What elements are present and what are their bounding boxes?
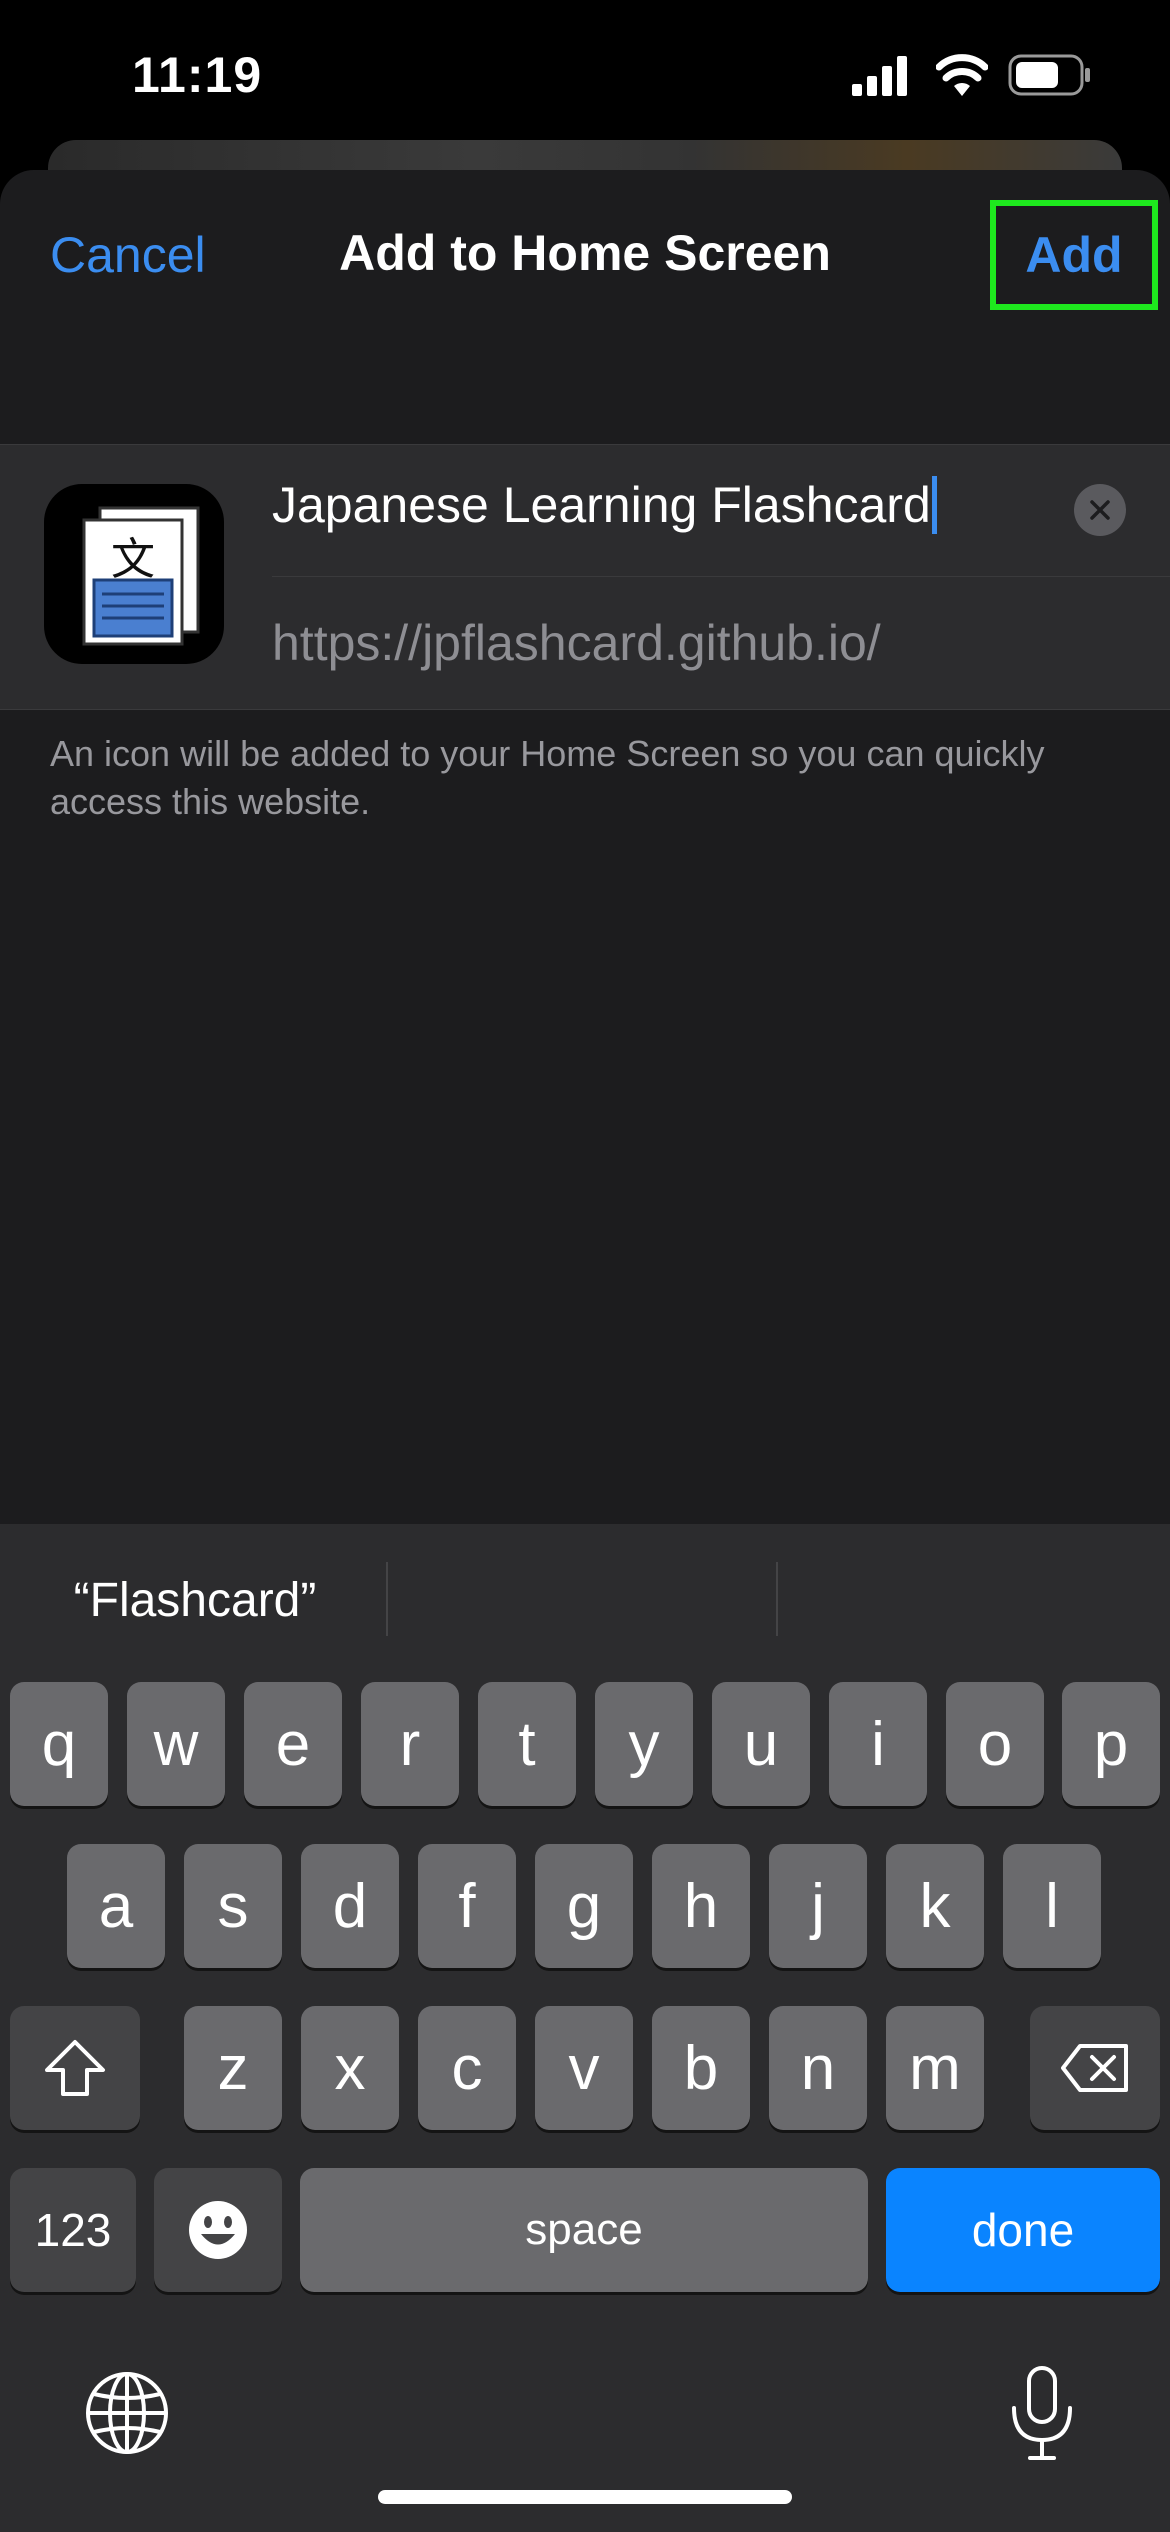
clear-x-icon	[1090, 500, 1110, 520]
suggestion-1[interactable]: “Flashcard”	[20, 1564, 370, 1636]
battery-icon	[1008, 54, 1090, 96]
kanji-glyph: 文	[111, 534, 155, 585]
wifi-icon	[936, 54, 988, 96]
key-t[interactable]: t	[478, 1682, 576, 1806]
key-q[interactable]: q	[10, 1682, 108, 1806]
key-v[interactable]: v	[535, 2006, 633, 2130]
key-r[interactable]: r	[361, 1682, 459, 1806]
key-f[interactable]: f	[418, 1844, 516, 1968]
key-x[interactable]: x	[301, 2006, 399, 2130]
key-u[interactable]: u	[712, 1682, 810, 1806]
key-h[interactable]: h	[652, 1844, 750, 1968]
text-caret	[931, 476, 937, 534]
web-app-icon: 文	[44, 484, 224, 664]
key-m[interactable]: m	[886, 2006, 984, 2130]
add-button-label: Add	[1025, 227, 1123, 283]
bookmark-name-input[interactable]: Japanese Learning Flashcard	[272, 476, 1052, 534]
backspace-key[interactable]	[1030, 2006, 1160, 2130]
suggestion-divider	[776, 1562, 778, 1636]
key-b[interactable]: b	[652, 2006, 750, 2130]
emoji-key[interactable]	[154, 2168, 282, 2292]
key-z[interactable]: z	[184, 2006, 282, 2130]
backspace-icon	[1061, 2044, 1128, 2092]
key-d[interactable]: d	[301, 1844, 399, 1968]
bookmark-name-value: Japanese Learning Flashcard	[272, 477, 931, 533]
status-time: 11:19	[132, 47, 263, 103]
shift-key[interactable]	[10, 2006, 140, 2130]
space-key[interactable]: space	[300, 2168, 868, 2292]
key-y[interactable]: y	[595, 1682, 693, 1806]
suggestion-3[interactable]	[782, 1564, 1152, 1636]
microphone-icon[interactable]	[1006, 2364, 1078, 2464]
row-divider	[272, 576, 1170, 577]
key-i[interactable]: i	[829, 1682, 927, 1806]
globe-icon[interactable]	[84, 2370, 170, 2456]
key-w[interactable]: w	[127, 1682, 225, 1806]
key-e[interactable]: e	[244, 1682, 342, 1806]
bookmark-url: https://jpflashcard.github.io/	[272, 615, 881, 671]
home-indicator	[378, 2490, 792, 2504]
key-o[interactable]: o	[946, 1682, 1044, 1806]
key-c[interactable]: c	[418, 2006, 516, 2130]
key-j[interactable]: j	[769, 1844, 867, 1968]
cancel-button[interactable]: Cancel	[50, 226, 206, 284]
shift-arrow-icon	[45, 2040, 105, 2096]
key-k[interactable]: k	[886, 1844, 984, 1968]
key-s[interactable]: s	[184, 1844, 282, 1968]
clear-text-button[interactable]	[1074, 484, 1126, 536]
key-a[interactable]: a	[67, 1844, 165, 1968]
key-n[interactable]: n	[769, 2006, 867, 2130]
emoji-icon	[189, 2201, 247, 2259]
add-button[interactable]: Add	[990, 200, 1158, 310]
suggestion-divider	[386, 1562, 388, 1636]
cellular-signal-icon	[852, 56, 907, 96]
suggestion-2[interactable]	[392, 1564, 776, 1636]
key-g[interactable]: g	[535, 1844, 633, 1968]
key-p[interactable]: p	[1062, 1682, 1160, 1806]
done-key[interactable]: done	[886, 2168, 1160, 2292]
helper-text: An icon will be added to your Home Scree…	[50, 733, 1045, 822]
key-l[interactable]: l	[1003, 1844, 1101, 1968]
numbers-key[interactable]: 123	[10, 2168, 136, 2292]
